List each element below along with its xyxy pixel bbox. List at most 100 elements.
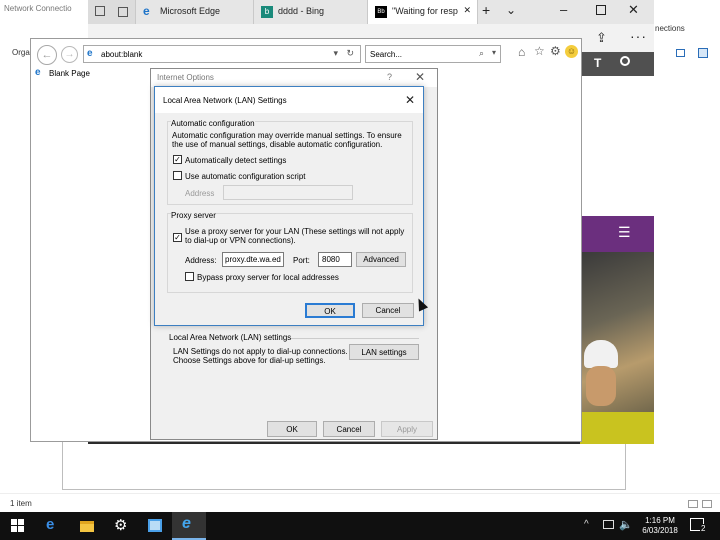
section-divider xyxy=(291,338,419,339)
details-view-icon[interactable] xyxy=(688,500,698,508)
group-title: Automatic configuration xyxy=(171,119,255,128)
minimize-button[interactable]: – xyxy=(560,2,567,17)
taskbar-network-connections[interactable] xyxy=(138,512,172,540)
edge-tab-preview[interactable] xyxy=(88,0,136,24)
checkbox-label[interactable]: Bypass proxy server for local addresses xyxy=(197,273,339,282)
ie-search-field[interactable]: Search... ⌕ ▾ xyxy=(365,45,501,63)
favorites-star-icon[interactable]: ☆ xyxy=(534,44,545,58)
photo-hi-vis-vest xyxy=(580,412,654,444)
use-proxy-checkbox[interactable]: ✓ xyxy=(173,233,182,242)
advanced-button[interactable]: Advanced xyxy=(356,252,406,267)
chevron-down-icon[interactable]: ⌄ xyxy=(506,3,516,17)
script-address-label: Address xyxy=(185,189,215,198)
edge-tab-microsoft-edge[interactable]: e Microsoft Edge xyxy=(136,0,254,24)
tab-label: Blank Page xyxy=(49,69,90,78)
preview-pane-icon[interactable] xyxy=(698,48,708,58)
lan-settings-section-title: Local Area Network (LAN) settings xyxy=(169,333,292,342)
share-icon[interactable]: ⇪ xyxy=(596,30,607,46)
network-connections-title: Network Connectio xyxy=(4,4,72,13)
photo-hard-hat xyxy=(584,340,618,368)
status-item-count: 1 item xyxy=(10,499,32,508)
site-header-letter: T xyxy=(594,56,602,70)
edge-tab-bing[interactable]: b dddd - Bing xyxy=(254,0,368,24)
script-address-field xyxy=(223,185,353,200)
clock[interactable]: 1:16 PM 6/03/2018 xyxy=(640,516,680,536)
proxy-address-field[interactable]: proxy.dte.wa.ed xyxy=(222,252,284,267)
more-options-icon[interactable]: ··· xyxy=(630,28,647,44)
tab-restore-icon[interactable] xyxy=(118,7,128,17)
ie-logo-icon: e xyxy=(182,515,191,532)
search-placeholder: Search... xyxy=(370,50,403,59)
refresh-icon[interactable]: ↻ xyxy=(346,48,354,59)
view-options-icon[interactable] xyxy=(676,49,685,57)
search-icon[interactable]: ⌕ xyxy=(479,48,484,59)
taskbar-settings[interactable]: ⚙ xyxy=(104,512,138,540)
large-icons-view-icon[interactable] xyxy=(702,500,712,508)
lan-settings-dialog: Local Area Network (LAN) Settings ✕ Auto… xyxy=(154,86,424,326)
network-connections-icon xyxy=(148,519,162,532)
help-button[interactable]: ? xyxy=(387,72,392,82)
automatic-configuration-description: Automatic configuration may override man… xyxy=(172,131,402,149)
taskbar-edge[interactable]: e xyxy=(36,512,70,540)
gear-icon[interactable]: ⚙ xyxy=(550,44,561,58)
ok-button[interactable]: OK xyxy=(305,303,355,318)
site-white-panel xyxy=(580,76,654,216)
gear-icon: ⚙ xyxy=(114,517,128,534)
lan-settings-button[interactable]: LAN settings xyxy=(349,344,419,360)
explorer-right-pane xyxy=(651,0,720,493)
window-icon xyxy=(95,6,105,16)
dialog-title: Internet Options xyxy=(157,73,214,82)
taskbar-file-explorer[interactable] xyxy=(70,512,104,540)
ok-button[interactable]: OK xyxy=(267,421,317,437)
home-icon[interactable]: ⌂ xyxy=(518,45,525,59)
apply-button[interactable]: Apply xyxy=(381,421,433,437)
address-dropdown-icon[interactable]: ▾ xyxy=(333,48,338,59)
group-title: Proxy server xyxy=(171,211,216,220)
feedback-smiley-icon[interactable]: ☺ xyxy=(565,45,578,58)
organize-menu[interactable]: Orga xyxy=(12,48,30,57)
cancel-button[interactable]: Cancel xyxy=(323,421,375,437)
hamburger-menu-icon[interactable]: ☰ xyxy=(618,224,631,241)
taskbar-internet-explorer[interactable]: e xyxy=(172,512,206,540)
blackboard-icon: Bb xyxy=(375,6,387,18)
close-tab-icon[interactable]: ✕ xyxy=(463,5,471,16)
auto-config-script-checkbox[interactable] xyxy=(173,171,182,180)
address-value: about:blank xyxy=(101,50,143,59)
edge-tab-waiting[interactable]: Bb "Waiting for resp ✕ xyxy=(368,0,478,24)
ie-tab-blank-page[interactable]: e Blank Page xyxy=(35,67,149,83)
connections-breadcrumb[interactable]: nections xyxy=(655,24,685,33)
close-dialog-button[interactable]: ✕ xyxy=(405,93,415,107)
cancel-button[interactable]: Cancel xyxy=(362,303,414,318)
windows-start-icon[interactable] xyxy=(11,519,25,533)
status-bar-divider xyxy=(0,493,720,494)
network-status-icon[interactable] xyxy=(603,520,614,529)
site-nav-bar xyxy=(580,216,654,252)
maximize-button[interactable] xyxy=(596,5,606,15)
auto-detect-checkbox[interactable]: ✓ xyxy=(173,155,182,164)
checkbox-label[interactable]: Use automatic configuration script xyxy=(185,172,306,181)
site-header-bar: T xyxy=(580,52,654,76)
checkbox-label[interactable]: Use a proxy server for your LAN (These s… xyxy=(185,227,407,245)
folder-icon xyxy=(80,521,94,532)
clock-date: 6/03/2018 xyxy=(642,526,678,535)
clock-time: 1:16 PM xyxy=(645,516,675,525)
volume-icon[interactable]: 🔈 xyxy=(619,518,633,531)
new-tab-button[interactable]: + xyxy=(482,2,490,18)
close-window-button[interactable]: ✕ xyxy=(628,2,639,18)
edge-logo-icon: e xyxy=(143,4,150,18)
network-connections-titlebar: Network Connectio xyxy=(0,0,90,20)
dialog-title: Local Area Network (LAN) Settings xyxy=(163,96,287,105)
proxy-port-field[interactable]: 8080 xyxy=(318,252,352,267)
photo-worker xyxy=(586,366,616,406)
ie-logo-icon: e xyxy=(35,67,41,78)
back-button[interactable]: ← xyxy=(37,45,57,65)
search-dropdown-icon[interactable]: ▾ xyxy=(492,48,496,57)
bypass-local-checkbox[interactable] xyxy=(185,272,194,281)
checkbox-label[interactable]: Automatically detect settings xyxy=(185,156,286,165)
ie-address-field[interactable]: e about:blank ▾ ↻ xyxy=(83,45,361,63)
tab-label: dddd - Bing xyxy=(278,6,325,16)
show-hidden-icons-icon[interactable]: ^ xyxy=(584,519,589,530)
forward-button[interactable]: → xyxy=(61,46,78,63)
close-dialog-button[interactable]: ✕ xyxy=(415,70,425,84)
taskbar: e ⚙ e ^ 🔈 1:16 PM 6/03/2018 2 xyxy=(0,512,720,540)
